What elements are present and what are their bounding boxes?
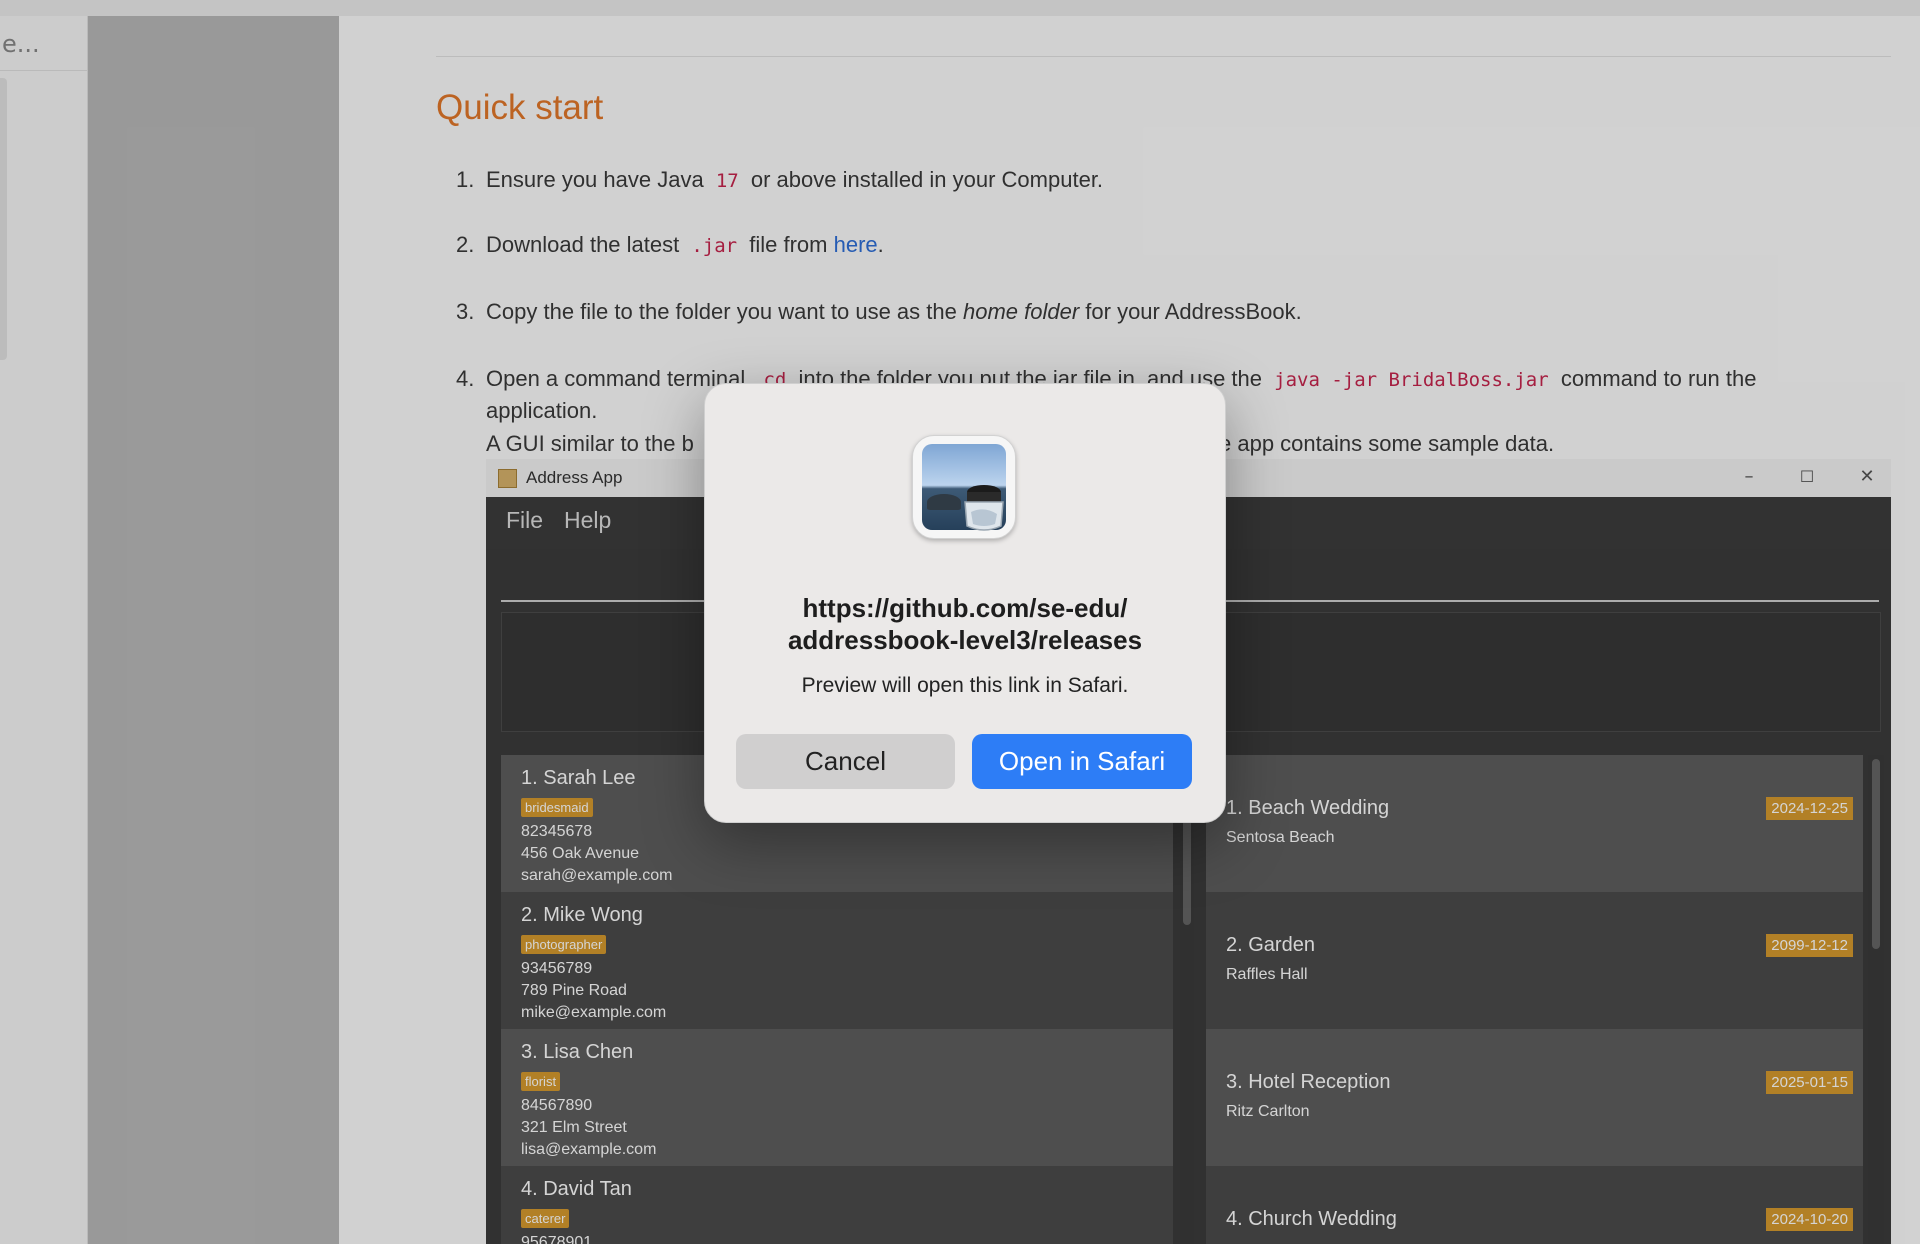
cancel-button[interactable]: Cancel (736, 734, 955, 789)
open-in-safari-button[interactable]: Open in Safari (972, 734, 1192, 789)
dialog-title-line2: addressbook-level3/releases (787, 625, 1143, 655)
dialog-title: https://github.com/se-edu/ addressbook-l… (705, 592, 1225, 656)
open-link-dialog: https://github.com/se-edu/ addressbook-l… (704, 383, 1226, 823)
preview-app-icon (912, 435, 1016, 539)
dialog-title-line1: https://github.com/se-edu/ (802, 593, 1128, 623)
dialog-message: Preview will open this link in Safari. (801, 674, 1129, 697)
rock-graphic (927, 494, 961, 510)
loupe-icon (964, 485, 1004, 531)
